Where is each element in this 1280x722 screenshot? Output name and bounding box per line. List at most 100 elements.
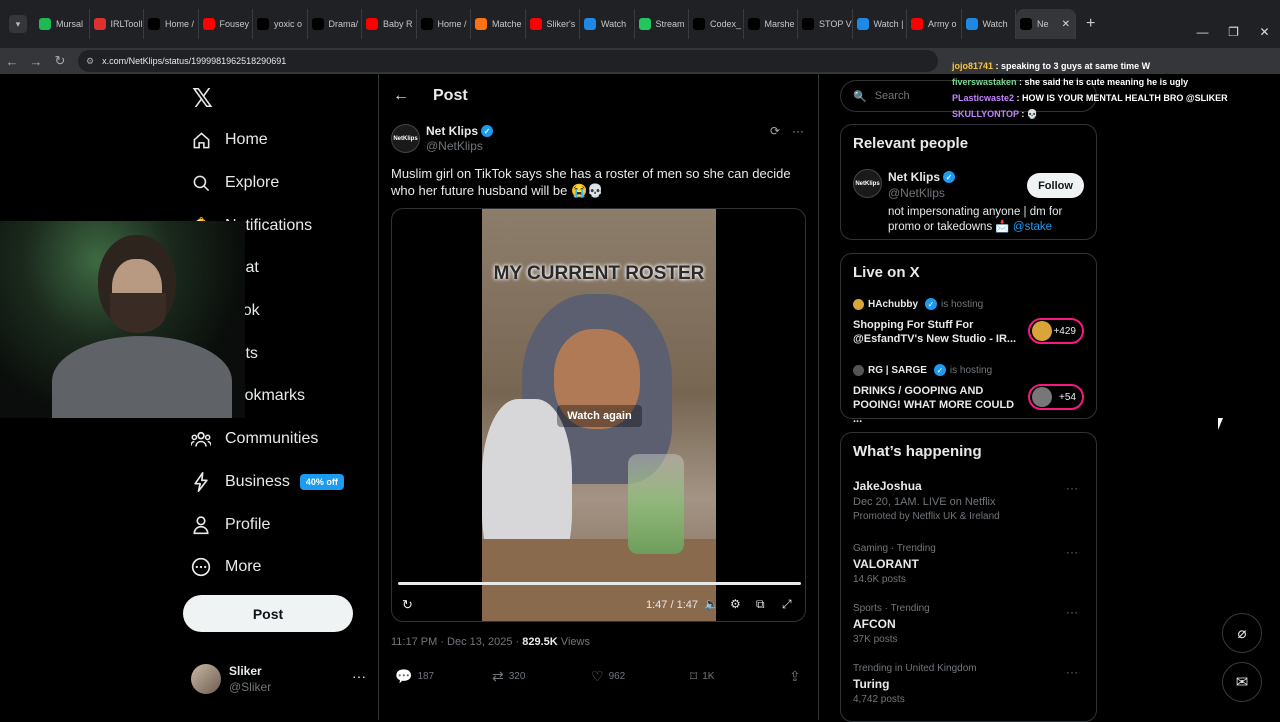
reply-button[interactable]: 💬 187 <box>395 668 434 685</box>
pip-icon[interactable]: ⧉ <box>756 597 765 612</box>
tab-label: Watch | <box>873 19 904 29</box>
relevant-name-row[interactable]: Net Klips ✓ <box>888 170 956 184</box>
browser-tab[interactable]: Watch <box>962 9 1016 39</box>
nav-home[interactable]: Home <box>191 124 268 156</box>
promoted-label: Promoted by Netflix UK & Ireland <box>853 511 1000 522</box>
tab-label: yoxic o <box>274 19 303 29</box>
nav-communities[interactable]: Communities <box>191 423 318 455</box>
search-icon <box>191 173 211 193</box>
chat-separator: : <box>993 61 1002 71</box>
trend-more-icon[interactable]: ··· <box>1066 481 1078 495</box>
trend-category: Sports · Trending <box>853 603 930 614</box>
tab-label: Home / <box>165 19 195 29</box>
site-info-icon[interactable]: ⚙ <box>86 56 94 67</box>
account-more-icon[interactable]: ··· <box>352 668 366 684</box>
close-tab-icon[interactable]: ✕ <box>1062 19 1070 30</box>
live-listeners[interactable]: +429 <box>1028 318 1084 344</box>
trend-more-icon[interactable]: ··· <box>1066 545 1078 559</box>
nav-business[interactable]: Business 40% off <box>191 466 344 498</box>
account-switcher[interactable]: Sliker @Sliker ··· <box>191 662 366 698</box>
trend-item[interactable]: Gaming · Trending VALORANT 14.6K posts ·… <box>853 543 1086 585</box>
like-count: 962 <box>608 671 626 682</box>
live-host-row[interactable]: RG | SARGE ✓ is hosting <box>853 364 992 376</box>
browser-tab[interactable]: IRLTooll <box>90 9 144 39</box>
back-arrow-icon[interactable]: ← <box>393 87 409 105</box>
volume-icon[interactable]: 🔈 <box>704 597 719 611</box>
trend-item[interactable]: Sports · Trending AFCON 37K posts ··· <box>853 603 1086 645</box>
browser-tab[interactable]: Baby R <box>362 9 417 39</box>
tab-label: IRLTooll <box>110 19 143 29</box>
compose-post-button[interactable]: Post <box>183 595 353 632</box>
trend-more-icon[interactable]: ··· <box>1066 605 1078 619</box>
replay-icon[interactable]: ↻ <box>402 597 413 613</box>
live-title[interactable]: Shopping For Stuff For @EsfandTV's New S… <box>853 318 1023 346</box>
live-host-row[interactable]: HAchubby ✓ is hosting <box>853 298 983 310</box>
tab-label: Home / <box>437 19 467 29</box>
verified-badge-icon: ✓ <box>925 298 937 310</box>
browser-tab[interactable]: Sliker's <box>526 9 580 39</box>
browser-tab[interactable]: Fousey <box>199 9 253 39</box>
nav-profile[interactable]: Profile <box>191 509 270 541</box>
bio-link[interactable]: @stake <box>1013 221 1052 233</box>
author-handle[interactable]: @NetKlips <box>426 139 483 153</box>
live-on-x-card: Live on X HAchubby ✓ is hosting Shopping F… <box>840 253 1097 425</box>
back-icon[interactable]: ← <box>0 54 24 69</box>
address-bar[interactable]: ⚙ x.com/NetKlips/status/1999981962518290… <box>78 50 938 72</box>
browser-tab[interactable]: Matche <box>471 9 526 39</box>
post-more-icon[interactable]: ··· <box>792 124 804 138</box>
browser-tab[interactable]: Mursal <box>35 9 90 39</box>
tab-favicon-icon <box>747 18 760 30</box>
browser-tab[interactable]: Marshe <box>744 9 798 39</box>
video-player[interactable]: MY CURRENT ROSTER Watch again ↻ 1:47 / 1… <box>391 208 806 622</box>
post-timestamp[interactable]: 11:17 PM · Dec 13, 2025 · <box>391 636 522 648</box>
live-listeners[interactable]: +54 <box>1028 384 1084 410</box>
tab-label: Mursal <box>56 19 84 29</box>
messages-button[interactable]: ✉ <box>1222 662 1262 702</box>
grok-button[interactable]: ⌀ <box>1222 613 1262 653</box>
host-avatar <box>853 298 864 310</box>
browser-tab[interactable]: Watch <box>580 9 635 39</box>
repost-button[interactable]: ⇄ 320 <box>492 668 525 685</box>
browser-tab[interactable]: Army o <box>907 9 962 39</box>
trend-title: Turing <box>853 677 890 691</box>
nav-explore[interactable]: Explore <box>191 167 279 199</box>
live-title[interactable]: DRINKS / GOOPING AND POOING! WHAT MORE C… <box>853 384 1023 426</box>
author-name-row[interactable]: Net Klips ✓ <box>426 124 494 138</box>
trend-item[interactable]: JakeJoshua Dec 20, 1AM. LIVE on Netflix … <box>853 479 1086 522</box>
grok-icon: ⌀ <box>1237 625 1247 642</box>
video-progress-bar[interactable] <box>398 582 801 585</box>
bookmark-button[interactable]: ⌑ 1K <box>690 668 714 685</box>
browser-tab[interactable]: yoxic o <box>253 9 308 39</box>
relevant-avatar[interactable]: NetKlips <box>853 169 882 198</box>
browser-tab[interactable]: Watch | <box>853 9 907 39</box>
tab-search-icon[interactable]: ▾ <box>9 15 27 33</box>
browser-tab[interactable]: Ne ✕ <box>1016 9 1076 39</box>
browser-tab[interactable]: STOP V <box>798 9 853 39</box>
grok-explain-icon[interactable]: ⟳ <box>770 124 780 138</box>
reload-icon[interactable]: ↻ <box>48 53 72 69</box>
like-button[interactable]: ♡ 962 <box>591 668 625 685</box>
watch-again-button[interactable]: Watch again <box>557 405 642 427</box>
browser-tab[interactable]: Home / <box>144 9 199 39</box>
forward-icon[interactable]: → <box>24 54 48 69</box>
browser-tab[interactable]: Stream <box>635 9 689 39</box>
tab-label: Sliker's <box>546 19 576 29</box>
nav-more[interactable]: More <box>191 551 261 583</box>
x-logo-icon[interactable]: 𝕏 <box>192 84 213 114</box>
browser-tab[interactable]: Codex_ <box>689 9 744 39</box>
browser-tab[interactable]: Home / <box>417 9 471 39</box>
fullscreen-icon[interactable]: ⤢ <box>782 597 792 612</box>
trend-item[interactable]: Trending in United Kingdom Turing 4,742 … <box>853 663 1086 705</box>
settings-gear-icon[interactable]: ⚙ <box>730 597 741 611</box>
follow-button[interactable]: Follow <box>1027 173 1084 198</box>
discount-badge: 40% off <box>299 474 344 490</box>
new-tab-icon[interactable]: + <box>1086 15 1095 33</box>
tab-favicon-icon <box>1020 18 1032 30</box>
trend-more-icon[interactable]: ··· <box>1066 665 1078 679</box>
relevant-handle[interactable]: @NetKlips <box>888 186 945 200</box>
browser-tab[interactable]: Drama/ <box>308 9 362 39</box>
tab-favicon-icon <box>856 18 869 30</box>
post-actions-top: ⟳ ··· <box>770 124 804 138</box>
share-button[interactable]: ⇪ <box>789 668 806 685</box>
author-avatar[interactable]: NetKlips <box>391 124 420 153</box>
